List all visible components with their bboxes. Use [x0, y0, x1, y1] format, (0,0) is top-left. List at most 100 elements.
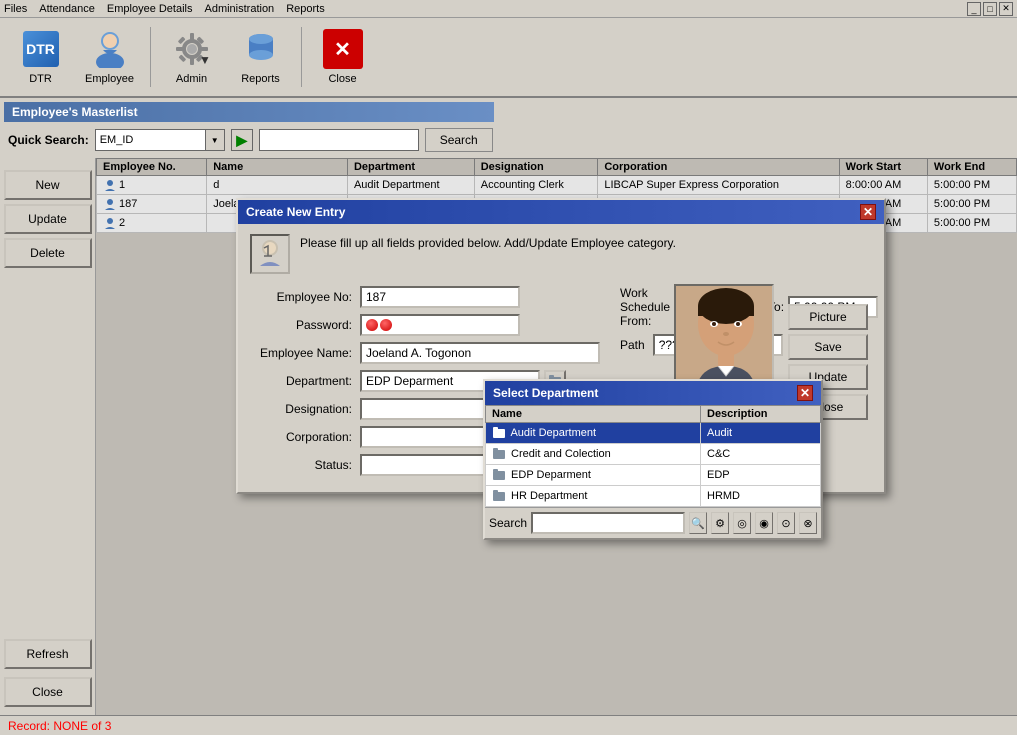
select-department-popup: Select Department ✕ Name Description: [483, 379, 823, 540]
delete-button[interactable]: Delete: [4, 238, 92, 268]
sidebar-close-button[interactable]: Close: [4, 677, 92, 707]
status-text: Record: NONE of 3: [8, 719, 111, 733]
dept-search-icon[interactable]: 🔍: [689, 512, 707, 534]
picture-button[interactable]: Picture: [788, 304, 868, 330]
sidebar: New Update Delete Refresh Close: [0, 158, 96, 715]
reports-button[interactable]: Reports: [228, 23, 293, 91]
dept-filter-icon-2[interactable]: ◎: [733, 512, 751, 534]
toolbar-separator-2: [301, 27, 302, 87]
status-label: Status:: [250, 458, 360, 472]
status-bar: Record: NONE of 3: [0, 715, 1017, 735]
password-input[interactable]: [360, 314, 520, 336]
department-table: Name Description Audit Department: [485, 405, 821, 507]
path-label: Path: [620, 338, 645, 352]
dept-cell-desc: EDP: [701, 465, 821, 486]
modal-info-icon: [250, 234, 290, 274]
go-button[interactable]: ▶: [231, 129, 253, 151]
toolbar: DTR DTR Employee: [0, 18, 1017, 98]
admin-button[interactable]: ▼ Admin: [159, 23, 224, 91]
department-label: Department:: [250, 374, 360, 388]
employee-label: Employee: [85, 73, 134, 85]
dtr-icon: DTR: [21, 29, 61, 69]
dept-cell-name: Audit Department: [486, 423, 701, 444]
modal-overlay: Create New Entry ✕: [96, 158, 1017, 715]
dtr-button[interactable]: DTR DTR: [8, 23, 73, 91]
dept-table-row[interactable]: HR Department HRMD: [486, 486, 821, 507]
employee-button[interactable]: Employee: [77, 23, 142, 91]
employee-name-row: Employee Name:: [250, 342, 600, 364]
close-icon: ✕: [323, 29, 363, 69]
modal-titlebar: Create New Entry ✕: [238, 200, 884, 224]
dept-cell-desc: Audit: [701, 423, 821, 444]
toolbar-separator: [150, 27, 151, 87]
menu-files[interactable]: Files: [4, 3, 27, 15]
menubar: Files Attendance Employee Details Admini…: [0, 0, 1017, 18]
work-schedule-label: Work Schedule From:: [620, 286, 670, 328]
employee-no-label: Employee No:: [250, 290, 360, 304]
modal-info-message: Please fill up all fields provided below…: [300, 234, 676, 252]
minimize-button[interactable]: _: [967, 2, 981, 16]
menu-reports[interactable]: Reports: [286, 3, 325, 15]
reports-label: Reports: [241, 73, 280, 85]
dept-popup-title-text: Select Department: [493, 386, 598, 400]
search-field-selector[interactable]: EM_ID Name Department ▼: [95, 129, 225, 151]
dept-search-bar: Search 🔍 ⚙ ◎ ◉ ⊙ ⊗: [485, 507, 821, 538]
menu-employee-details[interactable]: Employee Details: [107, 3, 193, 15]
table-area: Employee No. Name Department Designation…: [96, 158, 1017, 715]
corporation-label: Corporation:: [250, 430, 360, 444]
dept-table-row[interactable]: Audit Department Audit: [486, 423, 821, 444]
admin-label: Admin: [176, 73, 207, 85]
dept-table-row[interactable]: Credit and Colection C&C: [486, 444, 821, 465]
create-new-entry-modal: Create New Entry ✕: [236, 198, 886, 494]
quick-search-bar: Quick Search: EM_ID Name Department ▼ ▶ …: [0, 122, 1017, 158]
modal-info: Please fill up all fields provided below…: [250, 234, 872, 274]
dept-popup-title: Select Department ✕: [485, 381, 821, 405]
dept-filter-icon-5[interactable]: ⊗: [799, 512, 817, 534]
password-label: Password:: [250, 318, 360, 332]
window-title: Employee's Masterlist: [4, 102, 494, 122]
save-button[interactable]: Save: [788, 334, 868, 360]
search-text-input[interactable]: [259, 129, 419, 151]
employee-no-row: Employee No:: [250, 286, 600, 308]
search-button[interactable]: Search: [425, 128, 493, 152]
dept-cell-desc: C&C: [701, 444, 821, 465]
modal-close-button[interactable]: ✕: [860, 204, 876, 220]
refresh-button[interactable]: Refresh: [4, 639, 92, 669]
close-label: Close: [328, 73, 356, 85]
dept-col-description: Description: [701, 406, 821, 423]
menu-administration[interactable]: Administration: [204, 3, 274, 15]
modal-title-text: Create New Entry: [246, 205, 345, 219]
password-row: Password:: [250, 314, 600, 336]
employee-no-input[interactable]: [360, 286, 520, 308]
dept-search-label: Search: [489, 516, 527, 530]
dept-cell-name: Credit and Colection: [486, 444, 701, 465]
employee-name-input[interactable]: [360, 342, 600, 364]
reports-icon: [241, 29, 281, 69]
menu-attendance[interactable]: Attendance: [39, 3, 95, 15]
employee-name-label: Employee Name:: [250, 346, 360, 360]
restore-button[interactable]: □: [983, 2, 997, 16]
dept-filter-icon-1[interactable]: ⚙: [711, 512, 729, 534]
dropdown-arrow-icon: ▼: [205, 129, 225, 151]
dtr-label: DTR: [29, 73, 52, 85]
svg-text:▼: ▼: [199, 53, 211, 67]
dept-cell-desc: HRMD: [701, 486, 821, 507]
password-dot-1: [366, 319, 378, 331]
dept-filter-icon-4[interactable]: ⊙: [777, 512, 795, 534]
window-controls: _ □ ✕: [967, 2, 1013, 16]
update-button[interactable]: Update: [4, 204, 92, 234]
dept-search-input[interactable]: [531, 512, 685, 534]
close-window-button[interactable]: ✕: [999, 2, 1013, 16]
dept-cell-name: HR Department: [486, 486, 701, 507]
close-button[interactable]: ✕ Close: [310, 23, 375, 91]
admin-icon: ▼: [172, 29, 212, 69]
employee-icon: [90, 29, 130, 69]
dept-col-name: Name: [486, 406, 701, 423]
main-area: New Update Delete Refresh Close Employee…: [0, 158, 1017, 715]
dept-table-row[interactable]: EDP Deparment EDP: [486, 465, 821, 486]
employee-photo: [674, 284, 774, 394]
new-button[interactable]: New: [4, 170, 92, 200]
dept-popup-close-button[interactable]: ✕: [797, 385, 813, 401]
dept-filter-icon-3[interactable]: ◉: [755, 512, 773, 534]
dept-cell-name: EDP Deparment: [486, 465, 701, 486]
